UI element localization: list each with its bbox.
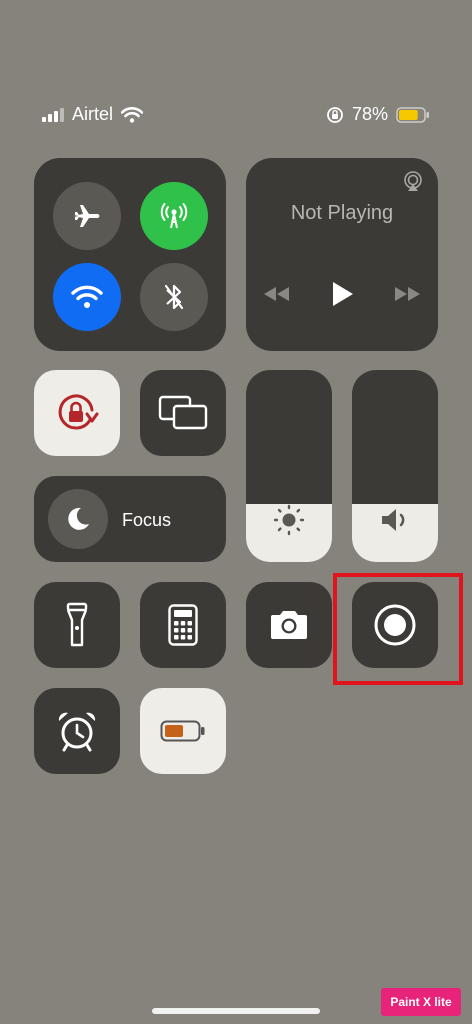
- brightness-slider[interactable]: [246, 370, 332, 562]
- bluetooth-icon: [164, 284, 184, 310]
- orientation-lock-status-icon: [327, 106, 343, 123]
- wifi-icon: [71, 285, 103, 308]
- connectivity-panel: [34, 158, 226, 351]
- calculator-icon: [168, 604, 198, 646]
- now-playing-panel[interactable]: Not Playing: [246, 158, 438, 351]
- status-bar-left: Airtel: [42, 104, 144, 125]
- alarm-clock-icon: [58, 712, 96, 752]
- screen-recording-highlight: [333, 573, 463, 685]
- camera-button[interactable]: [246, 582, 332, 668]
- sun-icon: [273, 504, 305, 536]
- wifi-toggle[interactable]: [53, 263, 121, 331]
- alarm-button[interactable]: [34, 688, 120, 774]
- focus-label: Focus: [122, 510, 172, 530]
- flashlight-button[interactable]: [34, 582, 120, 668]
- antenna-icon: [160, 203, 188, 229]
- focus-button[interactable]: Focus: [34, 476, 226, 562]
- battery-low-power-icon: [160, 720, 205, 742]
- carrier-name: Airtel: [72, 104, 114, 124]
- moon-icon: [68, 507, 89, 530]
- battery-percentage: 78%: [351, 104, 388, 124]
- now-playing-title: Not Playing: [290, 202, 394, 224]
- focus-moon-circle: [48, 489, 108, 549]
- camera-icon: [271, 611, 307, 639]
- watermark: Paint X lite: [381, 988, 461, 1016]
- airplane-mode-toggle[interactable]: [53, 182, 121, 250]
- volume-slider[interactable]: [352, 370, 438, 562]
- wifi-status-icon: [121, 106, 144, 123]
- home-indicator[interactable]: [152, 1008, 320, 1014]
- screen-mirroring-icon: [158, 395, 208, 430]
- flashlight-icon: [66, 602, 88, 647]
- screen-mirroring-button[interactable]: [140, 370, 226, 456]
- calculator-button[interactable]: [140, 582, 226, 668]
- airplane-icon: [74, 205, 100, 227]
- play-icon[interactable]: [329, 280, 355, 308]
- media-controls: [262, 280, 422, 308]
- bluetooth-toggle[interactable]: [140, 263, 208, 331]
- rotation-lock-icon: [58, 394, 99, 430]
- battery-icon: [396, 106, 429, 123]
- fast-forward-icon[interactable]: [392, 284, 422, 304]
- signal-strength-icon: [42, 107, 64, 122]
- rewind-icon[interactable]: [262, 284, 292, 304]
- airplay-icon[interactable]: [402, 170, 424, 192]
- status-bar-right: 78%: [326, 104, 430, 125]
- orientation-lock-button[interactable]: [34, 370, 120, 456]
- low-power-mode-button[interactable]: [140, 688, 226, 774]
- speaker-icon: [382, 509, 405, 531]
- cellular-data-toggle[interactable]: [140, 182, 208, 250]
